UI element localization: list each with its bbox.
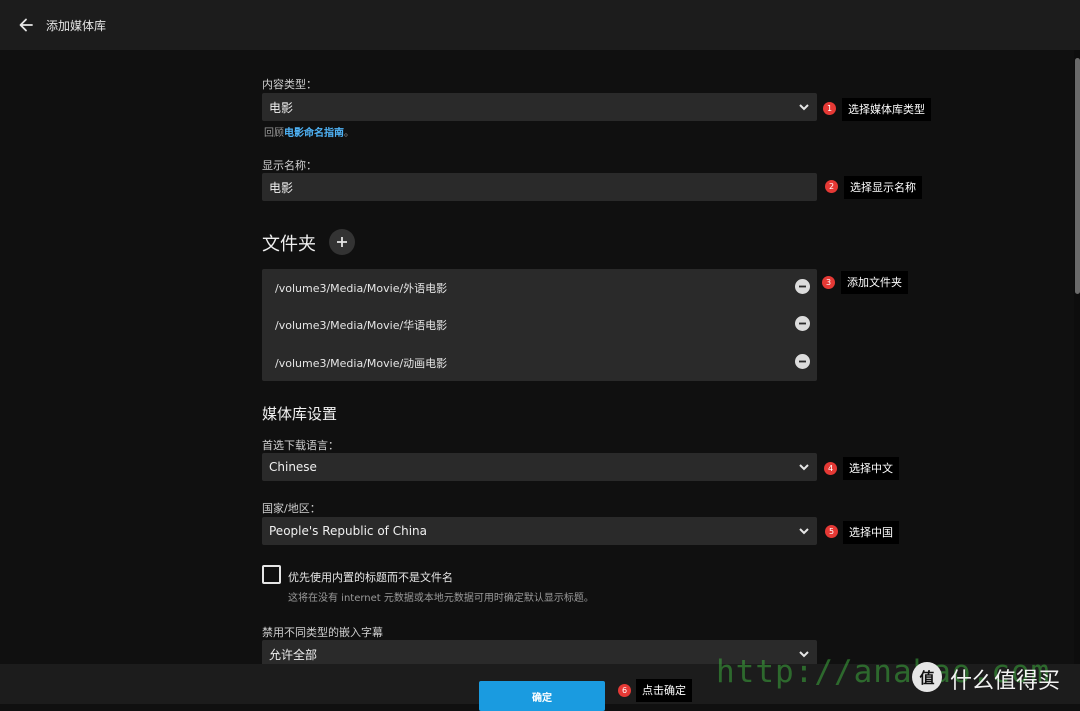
annotation-label: 添加文件夹 — [841, 271, 908, 294]
preferred-language-select[interactable]: Chinese — [262, 453, 817, 481]
display-name-input[interactable]: 电影 — [262, 173, 817, 201]
folder-row: /volume3/Media/Movie/外语电影 — [262, 269, 817, 306]
minus-circle-icon[interactable] — [795, 354, 810, 369]
page-title: 添加媒体库 — [46, 19, 107, 33]
folders-title: 文件夹 — [262, 234, 316, 255]
annotation-badge: 1 — [823, 102, 836, 115]
plus-icon — [337, 237, 347, 247]
country-label: 国家/地区： — [262, 502, 321, 515]
prefer-embedded-titles-label: 优先使用内置的标题而不是文件名 — [288, 571, 453, 584]
chevron-down-icon — [799, 528, 809, 535]
disable-subtitles-label: 禁用不同类型的嵌入字幕 — [262, 626, 383, 639]
naming-guide-link[interactable]: 电影命名指南 — [284, 128, 344, 139]
scrollbar-thumb[interactable] — [1075, 58, 1080, 294]
annotation-label: 点击确定 — [636, 679, 692, 702]
display-name-value: 电影 — [269, 180, 294, 195]
annotation-label: 选择显示名称 — [844, 176, 922, 199]
annotation-badge: 5 — [825, 525, 838, 538]
content-type-select[interactable]: 电影 — [262, 93, 817, 121]
country-value: People's Republic of China — [269, 524, 427, 538]
preferred-language-label: 首选下载语言： — [262, 439, 339, 452]
folder-row: /volume3/Media/Movie/华语电影 — [262, 306, 817, 343]
folder-list: /volume3/Media/Movie/外语电影 /volume3/Media… — [262, 269, 817, 381]
preferred-language-value: Chinese — [269, 460, 317, 474]
folder-path: /volume3/Media/Movie/动画电影 — [275, 357, 448, 370]
arrow-left-icon[interactable] — [16, 15, 36, 35]
annotation-badge: 3 — [822, 276, 835, 289]
annotation-badge: 6 — [618, 684, 631, 697]
brand-text: 什么值得买 — [950, 669, 1061, 694]
chevron-down-icon — [799, 464, 809, 471]
add-folder-button[interactable] — [329, 229, 355, 255]
folder-path: /volume3/Media/Movie/外语电影 — [275, 282, 448, 295]
content-type-label: 内容类型： — [262, 78, 317, 91]
disable-subtitles-value: 允许全部 — [269, 647, 318, 662]
watermark-brand: 值 什么值得买 — [912, 660, 1080, 694]
minus-circle-icon[interactable] — [795, 279, 810, 294]
annotation-label: 选择中国 — [843, 521, 899, 544]
annotation-badge: 2 — [825, 180, 838, 193]
folder-path: /volume3/Media/Movie/华语电影 — [275, 319, 448, 332]
minus-circle-icon[interactable] — [795, 316, 810, 331]
prefer-embedded-titles-description: 这将在没有 internet 元数据或本地元数据可用时确定默认显示标题。 — [288, 593, 594, 604]
country-select[interactable]: People's Republic of China — [262, 517, 817, 545]
confirm-button[interactable]: 确定 — [479, 681, 605, 711]
folder-row: /volume3/Media/Movie/动画电影 — [262, 344, 817, 381]
content-type-value: 电影 — [269, 100, 294, 115]
chevron-down-icon — [799, 104, 809, 111]
annotation-label: 选择媒体库类型 — [842, 98, 931, 121]
annotation-badge: 4 — [824, 462, 837, 475]
naming-guide-hint: 回顾电影命名指南。 — [264, 128, 354, 139]
annotation-label: 选择中文 — [843, 457, 899, 480]
top-bar: 添加媒体库 — [0, 0, 1080, 50]
prefer-embedded-titles-checkbox[interactable] — [262, 565, 281, 584]
library-settings-title: 媒体库设置 — [262, 405, 338, 423]
brand-logo-icon: 值 — [912, 662, 942, 692]
display-name-label: 显示名称： — [262, 159, 317, 172]
